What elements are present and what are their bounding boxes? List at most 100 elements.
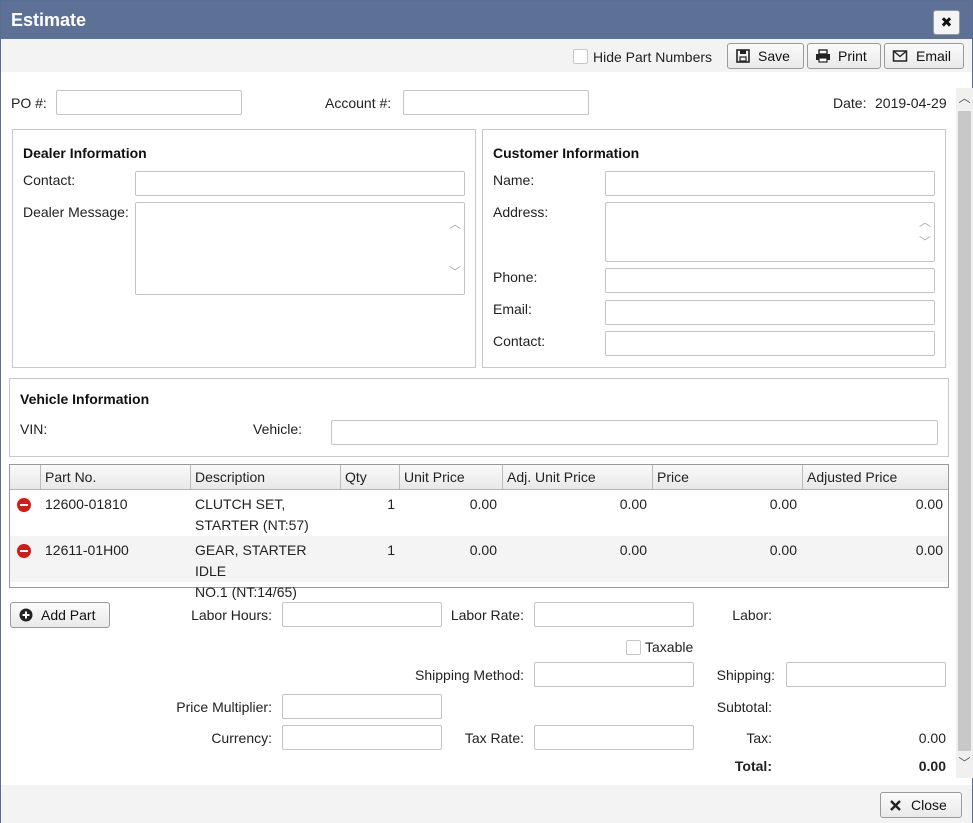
shipping-label: Shipping: (716, 667, 775, 683)
floppy-icon (736, 49, 750, 63)
account-input[interactable] (403, 90, 589, 115)
part-no-cell: 12600-01810 (45, 496, 128, 512)
po-label: PO #: (11, 95, 47, 111)
email-button[interactable]: Email (884, 43, 964, 69)
dealer-information-heading: Dealer Information (23, 145, 147, 161)
vehicle-input[interactable] (331, 420, 938, 445)
customer-email-input[interactable] (605, 300, 935, 325)
shipping-method-input[interactable] (534, 662, 694, 687)
scrollbar-thumb[interactable] (958, 111, 971, 751)
shipping-method-label: Shipping Method: (415, 667, 524, 683)
adjusted-price-cell: 0.00 (915, 542, 943, 558)
parts-table-header: Part No. Description Qty Unit Price Adj.… (10, 465, 948, 490)
remove-part-icon[interactable] (17, 498, 31, 512)
labor-rate-input[interactable] (534, 602, 694, 627)
description-cell: CLUTCH SET, STARTER (NT:57) (195, 496, 309, 533)
table-row[interactable]: 12600-01810 CLUTCH SET, STARTER (NT:57) … (10, 490, 948, 536)
save-label: Save (758, 48, 790, 64)
save-button[interactable]: Save (727, 43, 804, 69)
date-value: 2019-04-29 (875, 95, 947, 111)
labor-label: Labor: (732, 607, 772, 623)
column-header-description[interactable]: Description (190, 465, 340, 489)
dealer-contact-input[interactable] (135, 171, 465, 196)
labor-hours-label: Labor Hours: (191, 607, 272, 623)
column-header-adjusted-price[interactable]: Adjusted Price (802, 465, 904, 489)
textarea-scroll-up-icon[interactable]: ︿ (448, 215, 462, 232)
add-part-button[interactable]: Add Part (10, 602, 110, 628)
currency-label: Currency: (211, 730, 272, 746)
textarea-scroll-down-icon[interactable]: ﹀ (918, 233, 932, 250)
customer-email-label: Email: (493, 301, 532, 317)
qty-cell: 1 (387, 542, 395, 558)
customer-phone-label: Phone: (493, 269, 538, 285)
total-value: 0.00 (918, 758, 946, 774)
customer-contact-label: Contact: (493, 333, 546, 349)
customer-contact-input[interactable] (605, 331, 935, 356)
estimate-form[interactable]: PO #: Account #: Date: 2019-04-29 Dealer… (1, 72, 956, 785)
table-row[interactable]: 12611-01H00 GEAR, STARTER IDLE NO.1 (NT:… (10, 536, 948, 600)
dialog-footer: Close (1, 785, 972, 823)
dealer-information-panel: Dealer Information Contact: Dealer Messa… (12, 129, 476, 368)
labor-hours-input[interactable] (282, 602, 442, 627)
close-label: Close (911, 797, 947, 813)
customer-address-textarea[interactable]: ︿ ﹀ (605, 202, 935, 262)
adj-unit-price-cell: 0.00 (619, 542, 647, 558)
customer-information-panel: Customer Information Name: Address: ︿ ﹀ … (482, 129, 946, 368)
customer-name-input[interactable] (605, 171, 935, 196)
email-label: Email (916, 48, 952, 64)
column-header-unit-price[interactable]: Unit Price (399, 465, 502, 489)
customer-information-heading: Customer Information (493, 145, 640, 161)
column-header-part-no[interactable]: Part No. (40, 465, 190, 489)
hide-part-numbers-label: Hide Part Numbers (593, 49, 713, 65)
price-multiplier-label: Price Multiplier: (176, 699, 272, 715)
dealer-message-label: Dealer Message: (23, 204, 129, 220)
tax-value: 0.00 (918, 730, 946, 746)
subtotal-label: Subtotal: (716, 699, 772, 715)
vehicle-information-heading: Vehicle Information (20, 391, 150, 407)
vin-label: VIN: (20, 421, 48, 437)
hide-part-numbers-checkbox[interactable] (573, 49, 588, 64)
labor-rate-label: Labor Rate: (450, 607, 524, 623)
dealer-message-textarea[interactable]: ︿ ﹀ (135, 202, 465, 295)
description-cell: GEAR, STARTER IDLE NO.1 (NT:14/65) (195, 542, 307, 600)
shipping-input[interactable] (786, 662, 946, 687)
account-label: Account #: (325, 95, 392, 111)
customer-address-label: Address: (493, 204, 549, 220)
qty-cell: 1 (387, 496, 395, 512)
scroll-up-icon[interactable]: ︿ (956, 90, 973, 106)
close-button[interactable]: Close (880, 792, 962, 818)
po-input[interactable] (56, 90, 242, 115)
vehicle-information-panel: Vehicle Information VIN: Vehicle: (9, 378, 949, 457)
column-header-qty[interactable]: Qty (340, 465, 399, 489)
currency-input[interactable] (282, 725, 442, 750)
unit-price-cell: 0.00 (469, 496, 497, 512)
printer-icon (816, 49, 830, 63)
tax-rate-input[interactable] (534, 725, 694, 750)
envelope-icon (892, 50, 908, 62)
unit-price-cell: 0.00 (469, 542, 497, 558)
textarea-scroll-up-icon[interactable]: ︿ (918, 213, 932, 230)
adj-unit-price-cell: 0.00 (619, 496, 647, 512)
customer-phone-input[interactable] (605, 268, 935, 293)
remove-part-icon[interactable] (17, 544, 31, 558)
column-header-price[interactable]: Price (652, 465, 802, 489)
part-no-cell: 12611-01H00 (45, 542, 129, 558)
price-multiplier-input[interactable] (282, 694, 442, 719)
add-part-label: Add Part (41, 607, 96, 623)
price-cell: 0.00 (769, 542, 797, 558)
taxable-checkbox[interactable] (626, 640, 641, 655)
tax-label: Tax: (746, 730, 772, 746)
column-header-adj-unit-price[interactable]: Adj. Unit Price (502, 465, 652, 489)
dialog-title: Estimate (11, 10, 87, 30)
taxable-label: Taxable (645, 639, 694, 655)
textarea-scroll-down-icon[interactable]: ﹀ (448, 263, 462, 280)
close-window-button[interactable]: ✖ (933, 10, 960, 35)
print-label: Print (838, 48, 867, 64)
vehicle-label: Vehicle: (253, 421, 303, 437)
print-button[interactable]: Print (807, 43, 881, 69)
customer-name-label: Name: (493, 172, 535, 188)
estimate-dialog: Estimate ✖ Hide Part Numbers Save Print (0, 0, 973, 823)
content-scrollbar[interactable]: ︿ ﹀ (956, 88, 973, 778)
scroll-down-icon[interactable]: ﹀ (956, 755, 973, 771)
toolbar: Hide Part Numbers Save Print Email (1, 39, 972, 72)
